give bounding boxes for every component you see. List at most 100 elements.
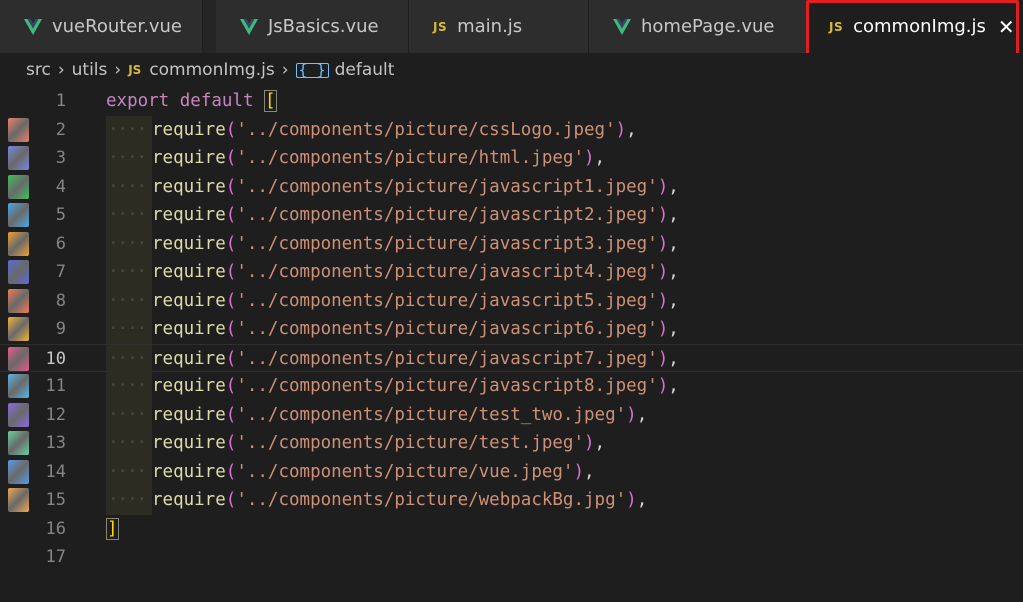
whitespace-marker: ···· [108,319,147,339]
breadcrumb-utils[interactable]: utils [72,60,108,80]
image-preview-icon[interactable] [8,231,29,256]
code-line[interactable]: 15 ···· require('../components/picture/web… [0,486,1023,515]
code-text: export default [ [106,90,277,112]
code-line[interactable]: 4 ···· require('../components/picture/java… [0,172,1023,201]
line-number: 8 [55,290,66,311]
whitespace-marker: ···· [108,176,147,197]
line-number: 12 [45,404,66,425]
close-bracket: ] [106,517,119,540]
code-text: require('../components/picture/html.jpeg… [152,148,606,168]
image-preview-icon[interactable] [8,431,29,455]
code-text: require('../components/picture/javascrip… [152,262,679,282]
breadcrumb: src › utils › JS commonImg.js › { } defa… [0,53,1023,87]
line-number: 3 [55,148,66,168]
breadcrumb-symbol-label: default [334,60,395,80]
line-number: 1 [55,91,66,111]
code-text: require('../components/picture/javascrip… [152,176,679,197]
image-preview-icon[interactable] [8,459,29,484]
breadcrumb-file[interactable]: JS commonImg.js [128,60,275,80]
image-preview-icon[interactable] [8,260,29,284]
line-number: 13 [45,433,66,453]
line-number: 16 [45,518,66,539]
image-preview-icon[interactable] [8,146,29,170]
whitespace-marker: ···· [108,205,147,225]
code-text: ] [106,515,119,544]
image-preview-icon[interactable] [8,346,29,371]
code-line[interactable]: 10 ···· require('../components/picture/jav… [0,343,1023,373]
whitespace-marker: ···· [108,348,147,369]
image-preview-icon[interactable] [8,317,29,341]
line-number: 17 [45,547,66,567]
chevron-right-icon: › [57,60,65,80]
code-line[interactable]: 8 ···· require('../components/picture/java… [0,286,1023,315]
code-text: require('../components/picture/javascrip… [152,376,679,396]
tab-label: homePage.vue [641,16,775,37]
tab-vuerouter[interactable]: vueRouter.vue [0,0,203,53]
tab-label: main.js [457,16,523,37]
whitespace-marker: ···· [108,376,147,396]
code-line[interactable]: 9 ···· require('../components/picture/java… [0,315,1023,344]
whitespace-marker: ···· [108,119,147,140]
whitespace-marker: ···· [108,148,147,168]
image-preview-icon[interactable] [8,203,29,227]
chevron-right-icon: › [114,60,122,80]
js-icon: JS [433,19,448,34]
code-text: require('../components/picture/test_two.… [152,404,648,425]
code-line[interactable]: 5 ···· require('../components/picture/java… [0,201,1023,230]
code-line[interactable]: 6 ···· require('../components/picture/java… [0,229,1023,258]
line-number: 11 [45,376,66,396]
whitespace-marker: ···· [108,233,147,254]
code-line[interactable]: 7 ···· require('../components/picture/java… [0,258,1023,287]
code-text: require('../components/picture/javascrip… [152,233,679,254]
open-bracket: [ [264,90,277,112]
whitespace-marker: ···· [108,490,147,510]
image-preview-icon[interactable] [8,402,29,427]
line-number: 7 [55,262,66,282]
code-line[interactable]: 11 ···· require('../components/picture/jav… [0,372,1023,401]
code-text: require('../components/picture/javascrip… [152,319,679,339]
tab-main-js[interactable]: JS main.js [409,0,589,53]
code-line[interactable]: 12 ···· require('../components/picture/tes… [0,400,1023,429]
image-preview-icon[interactable] [8,117,29,142]
code-line[interactable]: 13 ···· require('../components/picture/tes… [0,429,1023,458]
tab-label: JsBasics.vue [268,16,379,37]
code-line[interactable]: 14 ···· require('../components/picture/vue… [0,457,1023,486]
whitespace-marker: ···· [108,290,147,311]
image-preview-icon[interactable] [8,488,29,512]
code-editor[interactable]: 1 export default [2 ···· require('../compon… [0,87,1023,602]
line-number: 2 [55,119,66,140]
code-text: require('../components/picture/javascrip… [152,205,679,225]
line-number: 5 [55,205,66,225]
tab-homepage[interactable]: homePage.vue [589,0,807,53]
code-line[interactable]: 16] [0,515,1023,544]
code-line[interactable]: 2 ···· require('../components/picture/cssL… [0,115,1023,144]
line-number: 9 [55,319,66,339]
code-line[interactable]: 1 export default [ [0,87,1023,116]
vue-icon [24,18,42,35]
code-text: require('../components/picture/cssLogo.j… [152,119,637,140]
vue-icon [240,18,258,35]
code-line[interactable]: 17 [0,543,1023,572]
image-preview-icon[interactable] [8,174,29,199]
code-line[interactable]: 3 ···· require('../components/picture/html… [0,144,1023,173]
code-text: require('../components/picture/javascrip… [152,290,679,311]
line-number: 14 [45,461,66,482]
whitespace-marker: ···· [108,262,147,282]
line-number: 15 [45,490,66,510]
breadcrumb-symbol[interactable]: { } default [295,60,395,80]
whitespace-marker: ···· [108,404,147,425]
code-text: require('../components/picture/webpackBg… [152,490,648,510]
line-number: 10 [45,348,66,369]
whitespace-marker: ···· [108,433,147,453]
tab-label: vueRouter.vue [52,16,182,37]
js-icon: JS [128,63,142,77]
image-preview-icon[interactable] [8,374,29,398]
breadcrumb-src[interactable]: src [26,60,51,80]
line-number: 4 [55,176,66,197]
line-number: 6 [55,233,66,254]
tab-jsbasics[interactable]: JsBasics.vue [216,0,409,53]
whitespace-marker: ···· [108,461,147,482]
code-text: require('../components/picture/test.jpeg… [152,433,606,453]
image-preview-icon[interactable] [8,288,29,313]
vue-icon [613,18,631,35]
